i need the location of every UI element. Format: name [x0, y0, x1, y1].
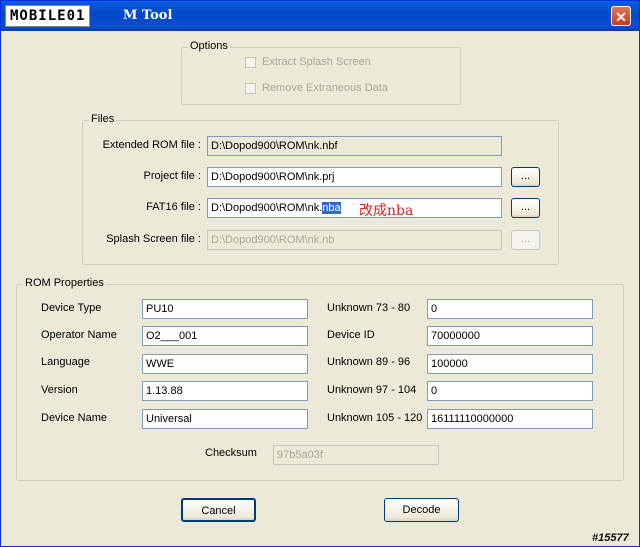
extract-splash-label: Extract Splash Screen: [262, 56, 371, 68]
device-type-label: Device Type: [41, 302, 102, 314]
unknown-89-96-label: Unknown 89 - 96: [327, 356, 411, 368]
unknown-97-104-label: Unknown 97 - 104: [327, 384, 417, 396]
version-label: Version: [41, 384, 78, 396]
fat16-selected-text: nba: [322, 202, 341, 214]
window-title: M Tool: [123, 8, 173, 23]
device-type-field[interactable]: PU10: [142, 299, 308, 319]
operator-name-label: Operator Name: [41, 329, 117, 341]
project-browse-button[interactable]: ...: [511, 167, 540, 187]
project-file-label: Project file :: [143, 170, 201, 182]
unknown-97-104-field[interactable]: 0: [427, 381, 593, 401]
remove-extraneous-label: Remove Extraneous Data: [262, 82, 388, 94]
rom-tool-dialog: MOBILE01 M Tool ✕ Options Extract Splash…: [0, 0, 640, 547]
close-button[interactable]: ✕: [611, 6, 631, 26]
fat16-value-text: D:\Dopod900\ROM\nk.: [211, 202, 323, 214]
version-field[interactable]: 1.13.88: [142, 381, 308, 401]
device-id-field[interactable]: 70000000: [427, 326, 593, 346]
extract-splash-checkbox[interactable]: [245, 57, 256, 68]
language-field[interactable]: WWE: [142, 354, 308, 374]
options-legend: Options: [188, 40, 230, 52]
fat16-browse-button[interactable]: ...: [511, 198, 540, 218]
unknown-89-96-field[interactable]: 100000: [427, 354, 593, 374]
mobile01-logo: MOBILE01: [5, 5, 91, 27]
extended-rom-field[interactable]: D:\Dopod900\ROM\nk.nbf: [207, 136, 502, 156]
extended-rom-label: Extended ROM file :: [102, 139, 201, 151]
splash-file-label: Splash Screen file :: [106, 233, 201, 245]
cancel-button[interactable]: Cancel: [181, 498, 256, 522]
fat16-file-label: FAT16 file :: [146, 201, 201, 213]
decode-button[interactable]: Decode: [384, 498, 459, 522]
title-bar[interactable]: MOBILE01 M Tool ✕: [1, 1, 639, 31]
remove-extraneous-checkbox[interactable]: [245, 83, 256, 94]
rom-properties-legend: ROM Properties: [23, 277, 106, 289]
checksum-field: 97b5a03f: [273, 445, 439, 465]
watermark-text: #15577: [592, 532, 629, 544]
splash-browse-button[interactable]: ...: [511, 230, 540, 250]
annotation-text: 改成nba: [359, 203, 414, 219]
device-id-label: Device ID: [327, 329, 375, 341]
unknown-105-120-label: Unknown 105 - 120: [327, 412, 423, 424]
operator-name-field[interactable]: O2___001: [142, 326, 308, 346]
fat16-file-field[interactable]: D:\Dopod900\ROM\nk.nba: [207, 198, 502, 218]
splash-file-field[interactable]: D:\Dopod900\ROM\nk.nb: [207, 230, 502, 250]
files-legend: Files: [89, 113, 117, 125]
unknown-105-120-field[interactable]: 16111110000000: [427, 409, 593, 429]
checksum-label: Checksum: [205, 447, 257, 459]
device-name-field[interactable]: Universal: [142, 409, 308, 429]
unknown-73-80-label: Unknown 73 - 80: [327, 302, 411, 314]
device-name-label: Device Name: [41, 412, 108, 424]
project-file-field[interactable]: D:\Dopod900\ROM\nk.prj: [207, 167, 502, 187]
unknown-73-80-field[interactable]: 0: [427, 299, 593, 319]
language-label: Language: [41, 356, 90, 368]
